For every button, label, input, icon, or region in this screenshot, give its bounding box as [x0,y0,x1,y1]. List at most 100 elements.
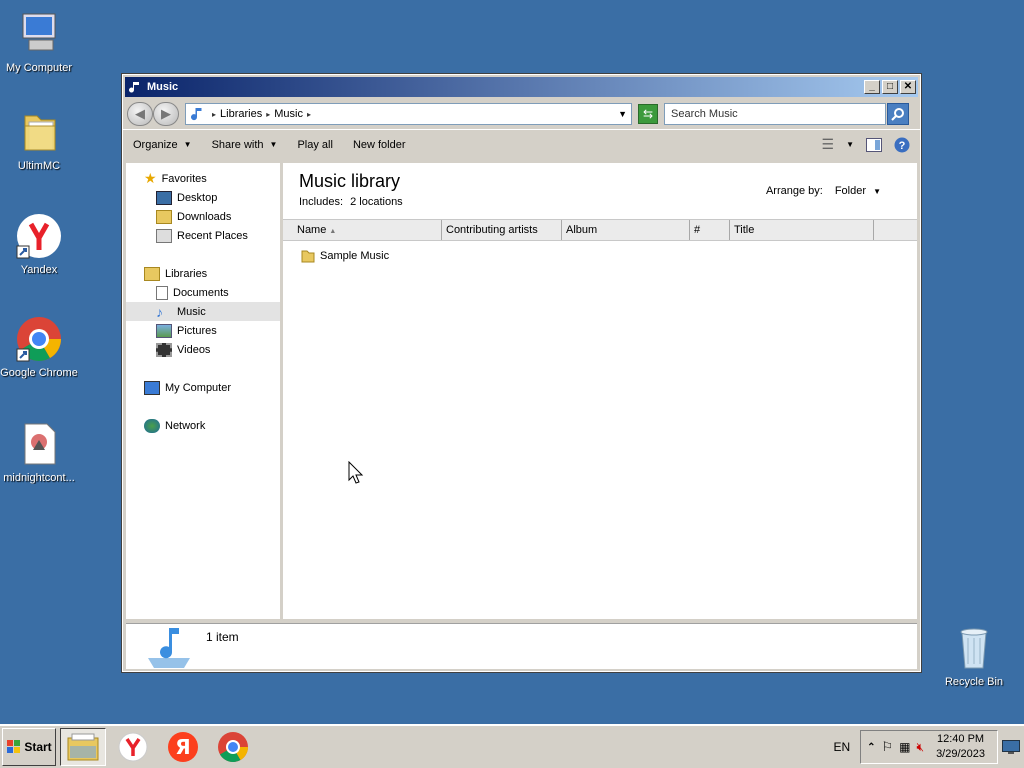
column-header-number[interactable]: # [690,220,730,240]
windows-logo-icon [7,740,21,753]
search-button[interactable] [887,103,909,125]
yandex-browser-icon [118,732,148,762]
arrange-by-dropdown[interactable]: Folder ▼ [835,185,881,197]
sort-ascending-icon: ▲ [329,228,337,235]
nav-item-videos[interactable]: Videos [126,340,280,359]
show-desktop-icon[interactable] [1002,740,1020,754]
close-button[interactable]: ✕ [900,80,916,94]
clock[interactable]: 12:40 PM 3/29/2023 [930,732,991,762]
libraries-icon [144,266,160,281]
breadcrumb-music[interactable]: Music [274,108,303,120]
music-note-icon [129,82,139,93]
nav-item-downloads[interactable]: Downloads [126,207,280,226]
nav-item-network[interactable]: Network [126,416,280,435]
videos-icon [156,342,172,357]
breadcrumb-separator-icon[interactable]: ▸ [212,110,216,119]
forward-arrow-icon: ▶ [161,106,171,121]
breadcrumb-separator-icon[interactable]: ▸ [266,110,270,119]
play-all-label: Play all [297,138,333,151]
desktop-icon-label: midnightcont... [3,472,75,484]
nav-item-documents[interactable]: Documents [126,283,280,302]
search-placeholder: Search Music [671,108,738,120]
action-center-flag-icon[interactable]: ⚐ [882,739,894,755]
chevron-down-icon: ▼ [183,140,192,149]
start-button[interactable]: Start [2,728,56,766]
nav-item-recent-places[interactable]: Recent Places [126,226,280,245]
nav-item-favorites[interactable]: ★ Favorites [126,169,280,188]
music-library-icon [148,628,190,668]
nav-label: Desktop [177,191,218,204]
pictures-icon [156,323,172,338]
breadcrumb-separator-icon[interactable]: ▸ [307,110,311,119]
file-list-pane: Music library Includes: 2 locations Arra… [283,163,917,619]
view-dropdown-icon[interactable]: ▼ [846,140,854,149]
volume-muted-icon[interactable]: 🔇︎ [917,740,925,755]
documents-icon [156,285,168,300]
taskbar-yandex[interactable] [110,728,156,766]
organize-label: Organize [133,138,178,151]
desktop-icon-yandex[interactable]: Yandex [0,212,78,276]
organize-button[interactable]: Organize ▼ [133,139,192,151]
breadcrumb-libraries[interactable]: Libraries [220,108,262,120]
column-header-title[interactable]: Title [730,220,874,240]
refresh-icon: ⇆ [642,107,654,121]
desktop-icon-my-computer[interactable]: My Computer [0,10,78,74]
nav-item-pictures[interactable]: Pictures [126,321,280,340]
taskbar-chrome[interactable] [210,728,256,766]
forward-button[interactable]: ▶ [153,102,179,126]
view-options-icon[interactable]: ☰ [822,136,835,153]
window-title: Music [147,81,179,93]
column-header-extra[interactable] [874,220,917,240]
minimize-button[interactable]: _ [864,80,880,94]
network-icon [144,418,160,433]
item-count: 1 item [206,630,239,644]
arrange-by-value: Folder [834,185,867,197]
nav-item-desktop[interactable]: Desktop [126,188,280,207]
computer-icon [144,380,160,395]
play-all-button[interactable]: Play all [297,139,332,151]
nav-label: Recent Places [177,229,248,242]
refresh-button[interactable]: ⇆ [638,104,658,124]
file-name: Sample Music [320,250,390,262]
column-header-row: Name ▲ Contributing artists Album # Titl… [283,219,917,241]
share-with-label: Share with [211,138,264,151]
maximize-button[interactable]: □ [882,80,898,94]
new-folder-button[interactable]: New folder [353,139,406,151]
window-titlebar[interactable]: Music _ □ ✕ [125,77,918,97]
preview-pane-icon[interactable] [866,137,882,152]
back-button[interactable]: ◀ [127,102,153,126]
taskbar-explorer[interactable] [60,728,106,766]
arrange-by-label: Arrange by: [765,185,823,197]
desktop-icon-midnightcont[interactable]: midnightcont... [0,420,78,484]
column-header-name[interactable]: Name ▲ [283,220,442,240]
desktop-icon-chrome[interactable]: Google Chrome [0,315,78,379]
arrange-by: Arrange by: Folder ▼ [766,185,881,197]
share-with-button[interactable]: Share with ▼ [212,139,278,151]
show-hidden-icons-icon[interactable]: ⌃ [867,742,875,753]
search-input[interactable]: Search Music [664,103,909,125]
nav-item-music[interactable]: ♪ Music [126,302,280,321]
address-dropdown-icon[interactable]: ▼ [618,109,627,119]
nav-label: Network [165,419,206,432]
yandex-icon: Я [168,732,198,762]
recent-places-icon [156,228,172,243]
clock-time: 12:40 PM [936,733,985,745]
nav-item-libraries[interactable]: Libraries [126,264,280,283]
desktop-icon-ultimmc[interactable]: UltimMC [0,108,78,172]
column-header-album[interactable]: Album [562,220,690,240]
list-item[interactable]: Sample Music [283,241,917,263]
network-status-icon[interactable]: ▦ [899,740,910,754]
library-header: Music library Includes: 2 locations Arra… [283,163,917,219]
yandex-browser-icon [15,212,63,260]
svg-text:Я: Я [175,735,190,759]
desktop-icon-recycle-bin[interactable]: Recycle Bin [935,624,1013,688]
help-icon[interactable]: ? [894,137,910,153]
nav-label: Libraries [165,267,208,280]
language-indicator[interactable]: EN [833,740,850,754]
nav-item-my-computer[interactable]: My Computer [126,378,280,397]
taskbar-yandex-ya[interactable]: Я [160,728,206,766]
nav-label: Pictures [177,324,217,337]
column-header-contributing-artists[interactable]: Contributing artists [442,220,562,240]
address-bar[interactable]: ▸ Libraries ▸ Music ▸ ▼ [185,103,632,125]
includes-locations-link[interactable]: 2 locations [350,196,403,208]
